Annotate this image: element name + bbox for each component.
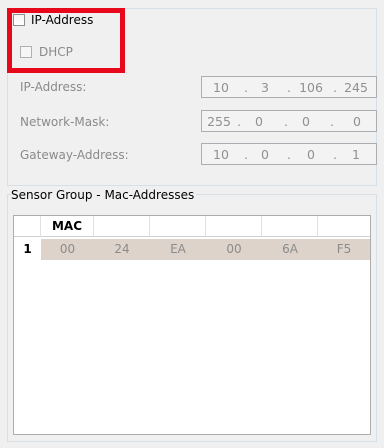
- network-mask-separator: .: [284, 114, 288, 129]
- ip-address-label: IP-Address:: [20, 80, 87, 94]
- grid-header-cell: [318, 216, 370, 237]
- ip-address-octet-1: 10: [213, 80, 229, 95]
- mac-byte-cell[interactable]: 24: [94, 239, 150, 260]
- grid-corner-header: [14, 216, 41, 237]
- ip-address-separator: .: [287, 80, 291, 95]
- mac-byte-cell[interactable]: EA: [150, 239, 206, 260]
- mac-byte-cell[interactable]: 00: [206, 239, 262, 260]
- gateway-address-field[interactable]: 10 . 0 . 0 . 1: [201, 143, 377, 165]
- ip-address-octet-3: 106: [299, 80, 323, 95]
- gateway-address-octet-3: 0: [307, 147, 315, 162]
- gateway-address-octet-1: 10: [213, 147, 229, 162]
- ip-address-octet-2: 3: [261, 80, 269, 95]
- ip-address-separator: .: [333, 80, 337, 95]
- sensor-group-title: Sensor Group - Mac-Addresses: [11, 188, 197, 202]
- gateway-address-separator: .: [244, 147, 248, 162]
- highlight-box: [7, 8, 125, 73]
- mac-column-header[interactable]: MAC: [41, 216, 94, 237]
- gateway-address-octet-2: 0: [261, 147, 269, 162]
- network-mask-octet-2: 0: [255, 114, 263, 129]
- network-mask-separator: .: [330, 114, 334, 129]
- mac-address-grid[interactable]: MAC 1 00 24 EA 00 6A F5: [13, 215, 371, 435]
- network-mask-separator: .: [237, 114, 241, 129]
- mac-byte-cell[interactable]: 6A: [262, 239, 318, 260]
- row-index: 1: [14, 239, 41, 260]
- ip-address-separator: .: [244, 80, 248, 95]
- ip-address-octet-4: 245: [344, 80, 368, 95]
- grid-header-cell: [94, 216, 150, 237]
- grid-header-cell: [150, 216, 206, 237]
- network-mask-field[interactable]: 255 . 0 . 0 . 0: [201, 110, 377, 132]
- network-mask-octet-4: 0: [353, 114, 361, 129]
- grid-header-cell: [206, 216, 262, 237]
- gateway-address-octet-4: 1: [352, 147, 360, 162]
- network-mask-label: Network-Mask:: [20, 115, 110, 129]
- mac-byte-cell[interactable]: F5: [318, 239, 370, 260]
- gateway-address-label: Gateway-Address:: [20, 148, 129, 162]
- gateway-address-separator: .: [333, 147, 337, 162]
- network-mask-octet-3: 0: [302, 114, 310, 129]
- network-mask-octet-1: 255: [207, 114, 231, 129]
- grid-header-cell: [262, 216, 318, 237]
- mac-byte-cell[interactable]: 00: [41, 239, 94, 260]
- ip-address-field[interactable]: 10 . 3 . 106 . 245: [201, 76, 377, 98]
- gateway-address-separator: .: [287, 147, 291, 162]
